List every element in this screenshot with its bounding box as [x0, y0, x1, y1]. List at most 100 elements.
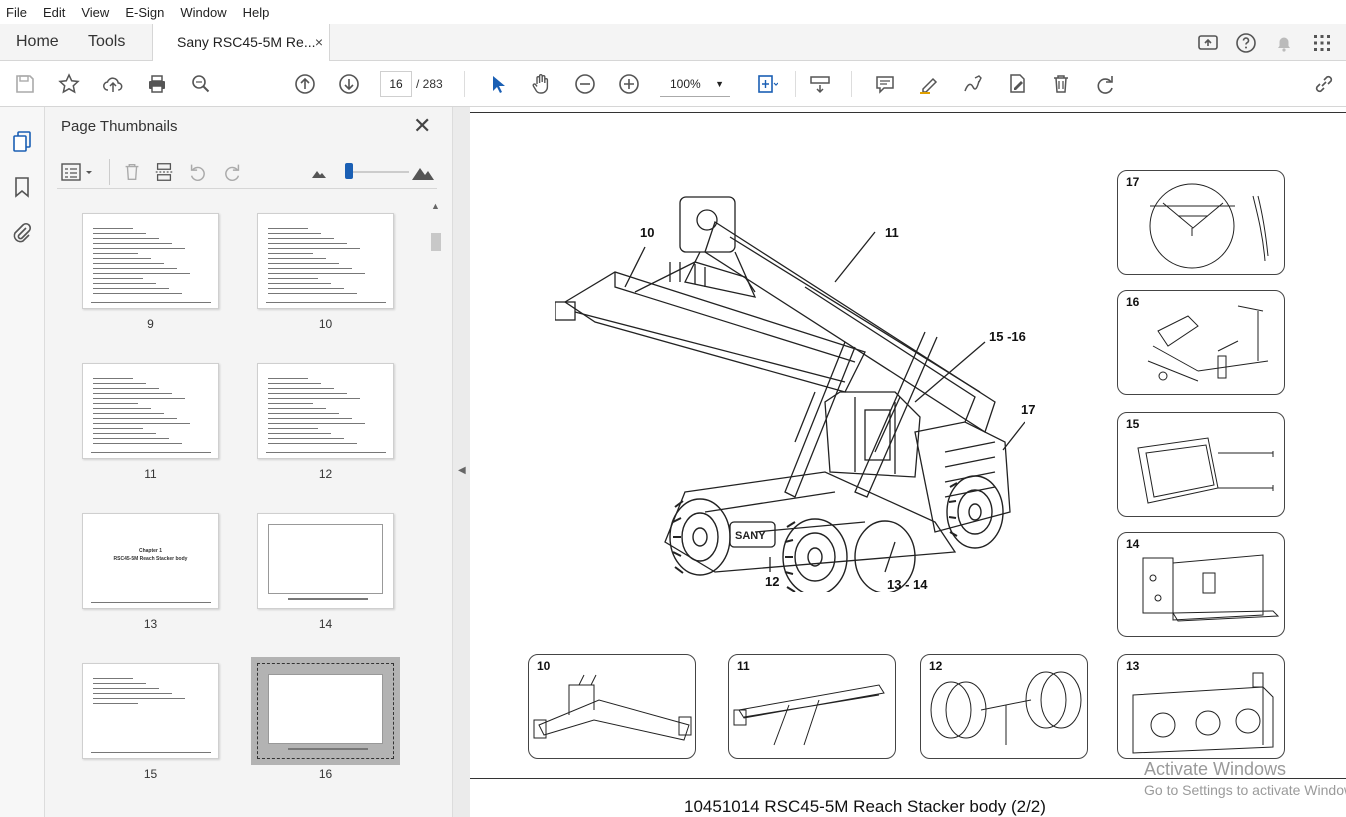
thumbnail-scrollbar[interactable]: ▲	[428, 199, 444, 817]
thumbnail-page-number: 16	[318, 767, 333, 781]
page-thumbnails-icon[interactable]	[10, 129, 34, 153]
redo-icon[interactable]	[1091, 70, 1119, 98]
edit-document-icon[interactable]	[1003, 70, 1031, 98]
menu-file[interactable]: File	[0, 5, 35, 20]
print-icon[interactable]	[143, 70, 171, 98]
page-thumbnail[interactable]: Chapter 1 RSC45-5M Reach Stacker body	[82, 513, 219, 609]
next-page-icon[interactable]	[335, 70, 363, 98]
page-thumbnail[interactable]	[257, 213, 394, 309]
bell-icon[interactable]	[1272, 31, 1296, 55]
close-tab-icon[interactable]: ×	[315, 24, 323, 60]
thumbnail-text-line	[93, 238, 159, 239]
thumbnail-text-line	[93, 438, 169, 439]
thumbnail-text-line	[93, 233, 146, 234]
thumbnail-text-line	[268, 263, 339, 264]
detail-box-12: 12	[920, 654, 1088, 759]
draw-freehand-icon[interactable]	[959, 70, 987, 98]
thumbnail-options-icon[interactable]	[61, 161, 95, 183]
bookmarks-icon[interactable]	[10, 175, 34, 199]
previous-page-icon[interactable]	[291, 70, 319, 98]
document-view: SANY 10 11 15 -16 17 12 13 - 14 17 16 15…	[470, 107, 1346, 817]
frame-part-drawing	[1137, 437, 1274, 504]
tools-divider	[109, 159, 110, 185]
help-icon[interactable]	[1234, 31, 1258, 55]
highlight-pen-icon[interactable]	[915, 70, 943, 98]
drawing-caption: 10451014 RSC45-5M Reach Stacker body (2/…	[684, 797, 1046, 816]
thumbnail-text-line	[93, 258, 151, 259]
page-number-input[interactable]: 16	[380, 71, 412, 97]
tab-right-icons	[1196, 28, 1334, 58]
zoom-level-value: 100%	[670, 77, 701, 91]
thumbnail-page-number: 9	[147, 317, 154, 331]
page-thumbnail[interactable]	[257, 513, 394, 609]
tab-bar: Home Tools Sany RSC45-5M Re... ×	[0, 24, 1346, 61]
star-icon[interactable]	[55, 70, 83, 98]
large-mountain-icon[interactable]	[411, 163, 435, 181]
page-thumbnail[interactable]	[257, 363, 394, 459]
menu-window[interactable]: Window	[172, 5, 234, 20]
thumbnail-text-line	[268, 433, 331, 434]
callout-12: 12	[765, 574, 780, 589]
detail-box-17: 17	[1117, 170, 1285, 275]
extract-pages-icon[interactable]	[153, 161, 175, 183]
scrollbar-thumb[interactable]	[431, 233, 441, 251]
share-link-icon[interactable]	[1310, 70, 1338, 98]
share-screen-icon[interactable]	[1196, 31, 1220, 55]
scroll-up-icon[interactable]: ▲	[431, 201, 440, 211]
thumbnail-text-line	[268, 238, 334, 239]
thumbnail-text-line	[93, 688, 159, 689]
left-navigation-rail	[0, 107, 45, 817]
thumbnail-text-line	[93, 703, 138, 704]
page-thumbnail[interactable]	[82, 213, 219, 309]
thumbnail-text-line	[93, 293, 182, 294]
detail-box-11: 11	[728, 654, 896, 759]
small-mountain-icon[interactable]	[311, 167, 327, 179]
thumbnail-text-line	[268, 388, 334, 389]
hand-tool-icon[interactable]	[527, 70, 555, 98]
detail-number: 17	[1126, 175, 1140, 189]
delete-icon[interactable]	[1047, 70, 1075, 98]
collapse-arrow-icon[interactable]: ◀	[458, 465, 466, 476]
delete-pages-icon[interactable]	[121, 161, 143, 183]
menu-edit[interactable]: Edit	[35, 5, 73, 20]
thumbnail-text-line	[268, 398, 360, 399]
attachments-icon[interactable]	[10, 221, 34, 245]
page-thumbnail[interactable]	[82, 663, 219, 759]
thumbnail-text-line	[268, 233, 321, 234]
scroll-mode-icon[interactable]	[806, 70, 834, 98]
tab-home[interactable]: Home	[16, 24, 59, 60]
upload-cloud-icon[interactable]	[99, 70, 127, 98]
menu-esign[interactable]: E-Sign	[117, 5, 172, 20]
close-panel-icon[interactable]: ✕	[413, 113, 431, 139]
rotate-right-icon[interactable]	[221, 161, 243, 183]
thumbnail-caption-bar	[288, 748, 368, 750]
menu-help[interactable]: Help	[235, 5, 278, 20]
zoom-in-icon[interactable]	[615, 70, 643, 98]
thumbnail-text-line	[93, 388, 159, 389]
panel-splitter[interactable]: ◀	[453, 107, 470, 817]
thumbnail-text-line	[93, 278, 143, 279]
thumbnail-text-line	[268, 248, 360, 249]
tab-document[interactable]: Sany RSC45-5M Re... ×	[152, 24, 330, 61]
page-thumbnail[interactable]	[82, 363, 219, 459]
callout-13-14: 13 - 14	[887, 577, 928, 592]
rotate-left-icon[interactable]	[187, 161, 209, 183]
thumbnail-text-line	[93, 403, 138, 404]
select-cursor-icon[interactable]	[484, 70, 512, 98]
tab-tools[interactable]: Tools	[88, 24, 125, 60]
panel-title: Page Thumbnails	[61, 118, 178, 135]
zoom-level-select[interactable]: 100% ▼	[660, 71, 730, 97]
comment-icon[interactable]	[871, 70, 899, 98]
menu-view[interactable]: View	[73, 5, 117, 20]
apps-grid-icon[interactable]	[1310, 31, 1334, 55]
slider-handle[interactable]	[345, 163, 353, 179]
thumbnail-size-slider[interactable]	[347, 171, 409, 173]
page-thumbnails-panel: Page Thumbnails ✕ 9 10 11 12 Chapter 1 RSC45-…	[45, 107, 453, 817]
zoom-out-icon[interactable]	[571, 70, 599, 98]
thumbnail-text-line	[268, 438, 344, 439]
thumbnail-footer-line	[266, 452, 386, 453]
find-text-icon[interactable]	[187, 70, 215, 98]
page-thumbnail[interactable]	[251, 657, 400, 765]
fit-page-icon[interactable]	[752, 70, 780, 98]
save-icon[interactable]	[11, 70, 39, 98]
